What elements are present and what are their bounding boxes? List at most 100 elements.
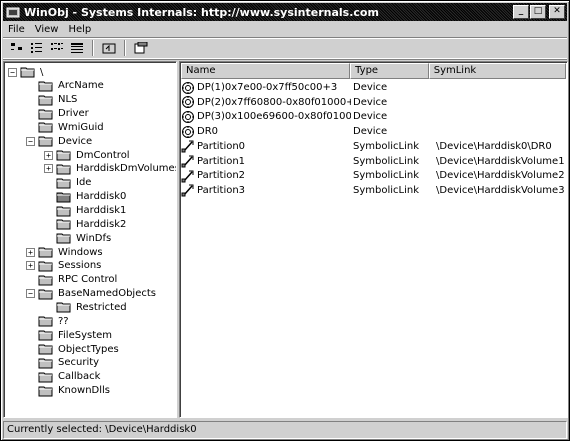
column-header-name[interactable]: Name: [181, 63, 351, 79]
object-list[interactable]: Name Type SymLink DP(1)0x7e00-0x7ff50c00…: [179, 61, 568, 418]
folder-icon: [38, 329, 57, 341]
tree-item-wmiguid[interactable]: WmiGuid: [26, 120, 105, 134]
tree-item-sessions[interactable]: + Sessions: [26, 259, 102, 273]
object-name: DP(2)0x7ff60800-0x80f01000+4: [197, 96, 351, 108]
status-bar: Currently selected: \Device\Harddisk0: [3, 421, 567, 439]
tree-item-dmcontrol[interactable]: + DmControl: [44, 148, 131, 162]
tree-item-label: HarddiskDmVolumes: [76, 163, 177, 175]
tree-item-security[interactable]: Security: [26, 356, 100, 370]
column-header-type[interactable]: Type: [350, 63, 429, 79]
folder-icon: [38, 343, 57, 355]
tree-item-knowndlls[interactable]: KnownDlls: [26, 384, 111, 398]
properties-icon[interactable]: [131, 39, 151, 57]
tree-item-windfs[interactable]: WinDfs: [44, 231, 112, 245]
expand-icon[interactable]: +: [44, 164, 53, 174]
tree-item-driver[interactable]: Driver: [26, 107, 90, 121]
tree-item-harddisk0[interactable]: Harddisk0: [44, 190, 127, 204]
menu-file[interactable]: File: [3, 24, 30, 35]
symlink-icon: [181, 183, 197, 197]
expand-icon[interactable]: +: [26, 247, 35, 257]
collapse-icon[interactable]: −: [8, 67, 17, 77]
folder-icon: [38, 371, 57, 383]
expand-icon[interactable]: +: [44, 150, 53, 160]
tree-item-harddisk1[interactable]: Harddisk1: [44, 204, 127, 218]
object-symlink: \Device\HarddiskVolume2: [436, 170, 565, 182]
folder-icon: [38, 121, 57, 133]
folder-icon: [38, 288, 57, 300]
menu-help[interactable]: Help: [63, 24, 96, 35]
tree-item-label: Security: [58, 357, 100, 369]
tree-item-nls[interactable]: NLS: [26, 93, 78, 107]
tree-item-arcname[interactable]: ArcName: [26, 79, 105, 93]
tree-item-device[interactable]: − Device: [26, 134, 93, 148]
collapse-icon[interactable]: −: [26, 136, 35, 146]
symlink-icon: [181, 169, 197, 183]
tree-item-rpc-control[interactable]: RPC Control: [26, 273, 118, 287]
small-icons-icon[interactable]: [27, 39, 47, 57]
name-cell: DP(1)0x7e00-0x7ff50c00+3: [181, 81, 351, 95]
object-type: Device: [353, 96, 388, 108]
object-type: Device: [353, 126, 388, 138]
list-item[interactable]: DR0 Device: [181, 124, 566, 139]
tree-item-label: ??: [58, 315, 69, 327]
tree-item-label: FileSystem: [58, 329, 113, 341]
tree-item-[interactable]: ??: [26, 314, 70, 328]
object-symlink: \Device\HarddiskVolume3: [436, 184, 565, 196]
list-item[interactable]: DP(3)0x100e69600-0x80f01000+5Device: [181, 109, 566, 124]
minimize-button[interactable]: _: [513, 5, 529, 19]
tree-item-label: ArcName: [58, 80, 104, 92]
list-view-icon[interactable]: [47, 39, 67, 57]
large-icons-icon[interactable]: [7, 39, 27, 57]
maximize-button[interactable]: □: [530, 5, 546, 19]
list-item[interactable]: DP(1)0x7e00-0x7ff50c00+3 Device: [181, 80, 566, 95]
folder-icon: [38, 108, 57, 120]
name-cell: Partition2: [181, 169, 351, 183]
tree-item-filesystem[interactable]: FileSystem: [26, 328, 113, 342]
tree-item-label: KnownDlls: [58, 385, 110, 397]
column-header-symlink[interactable]: SymLink: [428, 63, 566, 79]
winobj-app-icon: [6, 7, 20, 18]
tree-item-windows[interactable]: + Windows: [26, 245, 104, 259]
list-item[interactable]: Partition2 SymbolicLink \Device\HarddiskVo…: [181, 168, 566, 183]
menu-view[interactable]: View: [30, 24, 64, 35]
list-item[interactable]: DP(2)0x7ff60800-0x80f01000+4 Device: [181, 95, 566, 110]
tree-item-harddisk2[interactable]: Harddisk2: [44, 217, 127, 231]
title-bar[interactable]: WinObj - Systems Internals: http://www.s…: [3, 3, 567, 21]
details-view-icon[interactable]: [67, 39, 87, 57]
namespace-tree[interactable]: − \ ArcName NLS Driver WmiGuid − Device + DmContr…: [3, 61, 177, 418]
list-item[interactable]: Partition0 SymbolicLink \Device\Harddisk0\…: [181, 139, 566, 154]
close-button[interactable]: ✕: [549, 5, 565, 19]
tree-item-label: Sessions: [58, 260, 102, 272]
tree-item-[interactable]: − \: [8, 65, 44, 79]
folder-icon: [38, 357, 57, 369]
name-cell: Partition0: [181, 139, 351, 153]
name-cell: Partition3: [181, 183, 351, 197]
tree-item-callback[interactable]: Callback: [26, 370, 101, 384]
name-cell: DP(3)0x100e69600-0x80f01000+5: [181, 110, 351, 124]
folder-icon: [38, 315, 57, 327]
tree-item-restricted[interactable]: Restricted: [44, 300, 128, 314]
toolbar-separator: [124, 40, 126, 56]
tree-item-harddiskdmvolumes[interactable]: + HarddiskDmVolumes: [44, 162, 177, 176]
object-name: DR0: [197, 126, 219, 138]
object-name: Partition2: [197, 170, 246, 182]
list-item[interactable]: Partition1 SymbolicLink \Device\HarddiskVo…: [181, 154, 566, 169]
object-name: Partition1: [197, 155, 246, 167]
tree-item-basenamedobjects[interactable]: − BaseNamedObjects: [26, 287, 157, 301]
object-type: SymbolicLink: [353, 184, 420, 196]
collapse-icon[interactable]: −: [26, 289, 35, 299]
name-cell: DR0: [181, 125, 351, 139]
tree-item-ide[interactable]: Ide: [44, 176, 92, 190]
object-type: Device: [353, 82, 388, 93]
window-title: WinObj - Systems Internals: http://www.s…: [24, 5, 379, 19]
list-item[interactable]: Partition3 SymbolicLink \Device\HarddiskVo…: [181, 183, 566, 198]
tree-item-objecttypes[interactable]: ObjectTypes: [26, 342, 120, 356]
expand-icon[interactable]: +: [26, 261, 35, 271]
up-folder-icon[interactable]: [99, 39, 119, 57]
folder-icon: [38, 385, 57, 397]
